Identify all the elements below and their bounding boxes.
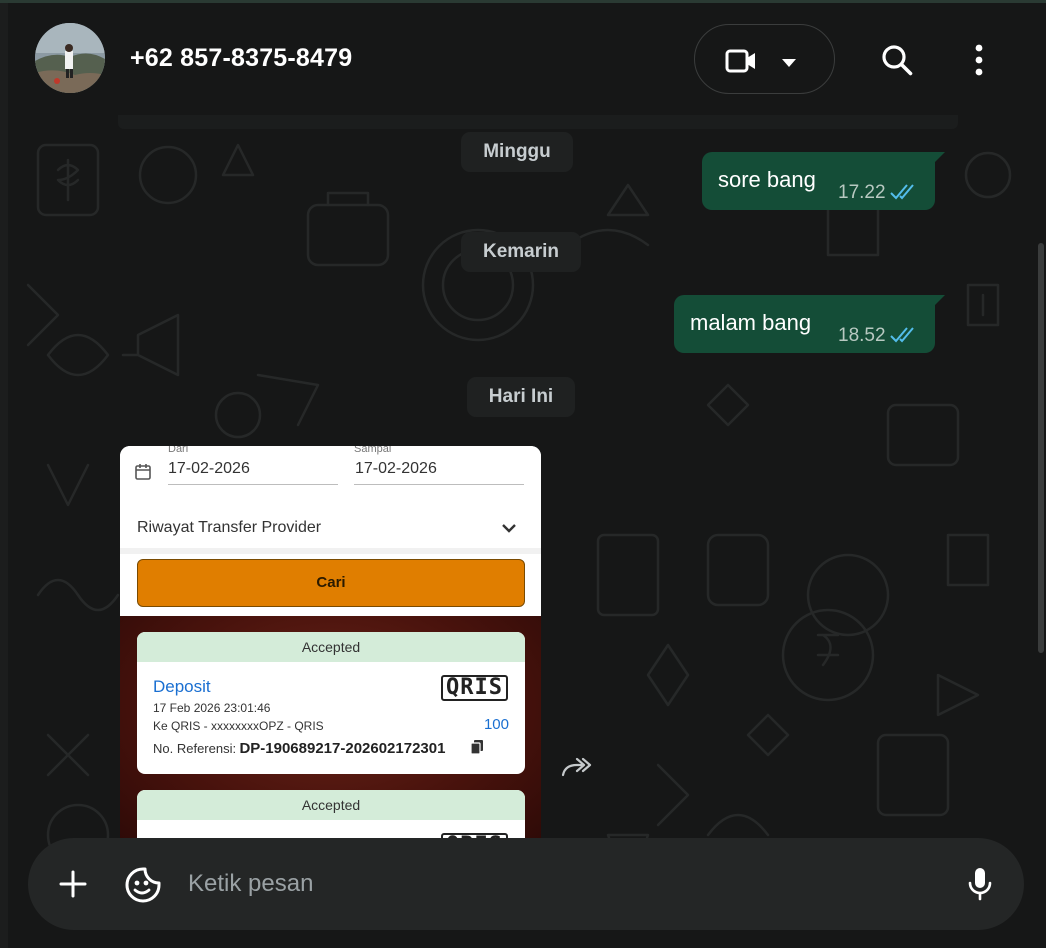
image-message[interactable]: Dari Sampai 17-02-2026 17-02-2026 Riwaya… xyxy=(120,446,541,843)
contact-name[interactable]: +62 857-8375-8479 xyxy=(130,44,352,73)
transaction-card: Accepted Deposit QRIS xyxy=(137,790,525,843)
to-label: Sampai xyxy=(354,446,392,455)
screenshot-form: Dari Sampai 17-02-2026 17-02-2026 Riwaya… xyxy=(120,446,541,616)
search-button: Cari xyxy=(137,559,525,607)
message-text: sore bang xyxy=(718,167,816,192)
avatar[interactable] xyxy=(35,23,105,93)
reference-value: DP-190689217-202602172301 xyxy=(239,740,446,757)
left-rail xyxy=(0,3,8,948)
transaction-title: Deposit xyxy=(153,677,211,696)
date-separator: Kemarin xyxy=(461,232,581,272)
history-select: Riwayat Transfer Provider xyxy=(137,519,322,536)
chevron-down-icon[interactable] xyxy=(781,55,797,73)
outgoing-message[interactable]: sore bang 17.22 xyxy=(702,152,945,210)
attach-plus-icon[interactable] xyxy=(58,869,88,904)
bubble-tail xyxy=(933,295,945,307)
chat-header: +62 857-8375-8479 xyxy=(8,3,1046,115)
message-text: malam bang xyxy=(690,310,812,335)
from-date: 17-02-2026 xyxy=(168,460,250,477)
divider xyxy=(120,548,541,554)
to-date: 17-02-2026 xyxy=(355,460,437,477)
more-vertical-icon[interactable] xyxy=(974,44,984,81)
copy-icon xyxy=(470,739,484,760)
to-date-underline xyxy=(354,484,524,485)
status-badge: Accepted xyxy=(137,632,525,662)
reference-label: No. Referensi: xyxy=(153,741,237,756)
message-time: 17.22 xyxy=(838,182,886,203)
transaction-amount: 100 xyxy=(483,716,509,733)
from-label: Dari xyxy=(168,446,189,455)
date-separator: Hari Ini xyxy=(467,377,575,417)
read-receipt-icon xyxy=(890,326,918,349)
transaction-card: Accepted Deposit QRIS 17 Feb 2026 23:01:… xyxy=(137,632,525,774)
forward-icon[interactable] xyxy=(561,755,593,784)
chat-window: +62 857-8375-8479 Minggu sore bang 17.22… xyxy=(8,3,1046,948)
from-date-underline xyxy=(168,484,338,485)
header-shadow-strip xyxy=(118,115,958,129)
calendar-icon xyxy=(134,463,152,486)
qris-logo: QRIS xyxy=(441,675,508,701)
date-separator: Minggu xyxy=(461,132,573,172)
search-icon[interactable] xyxy=(880,43,914,82)
sticker-icon[interactable] xyxy=(124,866,162,909)
status-badge: Accepted xyxy=(137,790,525,820)
chevron-down-icon xyxy=(501,521,517,539)
outgoing-message[interactable]: malam bang 18.52 xyxy=(674,295,945,353)
video-camera-icon xyxy=(725,48,757,79)
message-input[interactable] xyxy=(188,868,928,900)
message-list[interactable]: Minggu sore bang 17.22 Kemarin malam ban… xyxy=(8,115,1046,843)
screenshot-results: Accepted Deposit QRIS 17 Feb 2026 23:01:… xyxy=(120,616,541,843)
message-composer xyxy=(28,838,1024,930)
scrollbar[interactable] xyxy=(1038,243,1044,653)
video-call-button[interactable] xyxy=(694,24,835,94)
transaction-datetime: 17 Feb 2026 23:01:46 xyxy=(153,701,271,715)
bubble-tail xyxy=(933,152,945,164)
read-receipt-icon xyxy=(890,183,918,206)
message-time: 18.52 xyxy=(838,325,886,346)
reference-line: No. Referensi: DP-190689217-202602172301 xyxy=(153,740,445,757)
transaction-destination: Ke QRIS - xxxxxxxxOPZ - QRIS xyxy=(153,719,324,733)
microphone-icon[interactable] xyxy=(966,866,994,907)
